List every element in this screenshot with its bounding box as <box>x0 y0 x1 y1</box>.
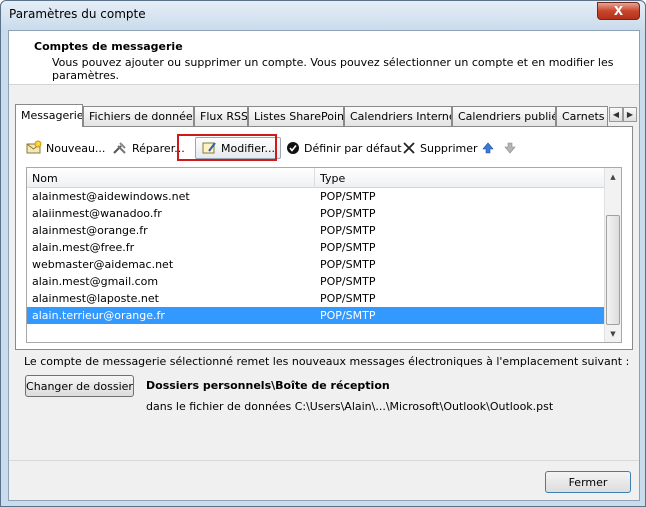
chevron-down-icon: ▼ <box>610 329 616 338</box>
account-name: alaiinmest@wanadoo.fr <box>32 207 162 220</box>
column-type-label: Type <box>320 172 346 185</box>
tab-label: Calendriers publiés <box>458 110 556 123</box>
set-default-label: Définir par défaut <box>304 141 402 155</box>
account-name: alainmest@orange.fr <box>32 224 148 237</box>
tab-panel-messagerie: Nouveau... Réparer... Modifier... Défini… <box>15 126 633 350</box>
new-account-label: Nouveau... <box>46 141 106 155</box>
tools-icon <box>113 142 126 154</box>
account-name: alain.terrieur@orange.fr <box>32 309 165 322</box>
account-type: POP/SMTP <box>320 258 376 271</box>
list-item[interactable]: alaiinmest@wanadoo.fr POP/SMTP <box>27 205 605 222</box>
tab-scroll-right-button[interactable]: ▶ <box>623 107 637 122</box>
header-band: Comptes de messagerie Vous pouvez ajoute… <box>9 31 639 85</box>
account-name: alainmest@aidewindows.net <box>32 190 190 203</box>
delivery-info-text: Le compte de messagerie sélectionné reme… <box>24 355 630 368</box>
account-name: alain.mest@free.fr <box>32 241 135 254</box>
account-type: POP/SMTP <box>320 309 376 322</box>
set-default-button[interactable]: Définir par défaut <box>286 137 402 159</box>
column-header-type[interactable]: Type <box>315 168 605 188</box>
tab-fichiers-de-donnees[interactable]: Fichiers de données <box>83 106 194 126</box>
header-title: Comptes de messagerie <box>34 40 183 53</box>
new-account-button[interactable]: Nouveau... <box>26 137 105 159</box>
window-close-button[interactable]: X <box>597 2 640 20</box>
tab-listes-sharepoint[interactable]: Listes SharePoint <box>248 106 344 126</box>
move-down-button[interactable] <box>503 137 521 159</box>
list-item[interactable]: alain.mest@free.fr POP/SMTP <box>27 239 605 256</box>
tab-strip: Messagerie Fichiers de données Flux RSS … <box>15 104 637 127</box>
header-description: Vous pouvez ajouter ou supprimer un comp… <box>52 56 614 82</box>
tab-calendriers-internet[interactable]: Calendriers Internet <box>344 106 452 126</box>
tab-label: Messagerie <box>21 109 83 122</box>
tab-label: Fichiers de données <box>89 110 194 123</box>
account-type: POP/SMTP <box>320 224 376 237</box>
tab-label: Flux RSS <box>200 110 248 123</box>
list-item-selected[interactable]: alain.terrieur@orange.fr POP/SMTP <box>27 307 605 324</box>
repair-account-button[interactable]: Réparer... <box>112 137 185 159</box>
footer-divider <box>9 460 639 461</box>
tab-label: Listes SharePoint <box>254 110 344 123</box>
dialog-client-area: Comptes de messagerie Vous pouvez ajoute… <box>8 30 640 501</box>
account-type: POP/SMTP <box>320 241 376 254</box>
delete-account-button[interactable]: Supprimer <box>402 137 478 159</box>
tab-flux-rss[interactable]: Flux RSS <box>194 106 248 126</box>
account-settings-window: Paramètres du compte X Comptes de messag… <box>0 0 646 507</box>
move-up-button[interactable] <box>481 137 499 159</box>
tab-scroll-left-button[interactable]: ◀ <box>609 107 623 122</box>
list-rows: alainmest@aidewindows.net POP/SMTP alaii… <box>27 188 605 324</box>
scroll-up-button[interactable]: ▲ <box>605 168 621 185</box>
tab-label: Carnets d <box>562 110 607 123</box>
account-type: POP/SMTP <box>320 207 376 220</box>
list-item[interactable]: webmaster@aidemac.net POP/SMTP <box>27 256 605 273</box>
title-bar[interactable]: Paramètres du compte X <box>1 1 645 29</box>
tab-calendriers-publies[interactable]: Calendriers publiés <box>452 106 556 126</box>
modify-highlight-annotation <box>177 134 277 161</box>
arrow-right-icon: ▶ <box>626 110 634 119</box>
column-name-label: Nom <box>32 172 58 185</box>
change-folder-label: Changer de dossier <box>26 379 133 393</box>
arrow-up-icon <box>482 142 494 154</box>
list-item[interactable]: alainmest@aidewindows.net POP/SMTP <box>27 188 605 205</box>
arrow-left-icon: ◀ <box>612 110 620 119</box>
list-vertical-scrollbar[interactable]: ▲ ▼ <box>604 168 621 342</box>
account-name: alain.mest@gmail.com <box>32 275 159 288</box>
arrow-down-icon <box>504 142 516 154</box>
account-type: POP/SMTP <box>320 292 376 305</box>
delete-account-label: Supprimer <box>420 141 478 155</box>
list-header: Nom Type <box>27 168 605 188</box>
list-item[interactable]: alainmest@orange.fr POP/SMTP <box>27 222 605 239</box>
change-folder-button[interactable]: Changer de dossier <box>25 375 134 397</box>
account-name: webmaster@aidemac.net <box>32 258 174 271</box>
accounts-list[interactable]: Nom Type alainmest@aidewindows.net POP/S… <box>26 167 622 343</box>
scroll-down-button[interactable]: ▼ <box>605 325 621 342</box>
close-dialog-button[interactable]: Fermer <box>545 471 631 493</box>
delete-x-icon <box>403 142 415 154</box>
list-item[interactable]: alainmest@laposte.net POP/SMTP <box>27 290 605 307</box>
close-icon: X <box>613 4 624 18</box>
tab-carnets[interactable]: Carnets d <box>556 106 608 126</box>
new-mail-icon <box>26 140 42 154</box>
delivery-folder-path: dans le fichier de données C:\Users\Alai… <box>146 400 554 413</box>
column-header-name[interactable]: Nom <box>27 168 315 188</box>
check-circle-icon <box>287 142 299 154</box>
account-type: POP/SMTP <box>320 275 376 288</box>
close-dialog-label: Fermer <box>568 475 608 489</box>
scrollbar-thumb[interactable] <box>606 215 620 325</box>
account-toolbar: Nouveau... Réparer... Modifier... Défini… <box>26 137 626 159</box>
account-name: alainmest@laposte.net <box>32 292 159 305</box>
tab-label: Calendriers Internet <box>350 110 452 123</box>
window-title: Paramètres du compte <box>9 7 146 21</box>
chevron-up-icon: ▲ <box>610 172 616 181</box>
tab-messagerie[interactable]: Messagerie <box>15 104 83 127</box>
delivery-folder-name: Dossiers personnels\Boîte de réception <box>146 379 390 392</box>
list-item[interactable]: alain.mest@gmail.com POP/SMTP <box>27 273 605 290</box>
account-type: POP/SMTP <box>320 190 376 203</box>
